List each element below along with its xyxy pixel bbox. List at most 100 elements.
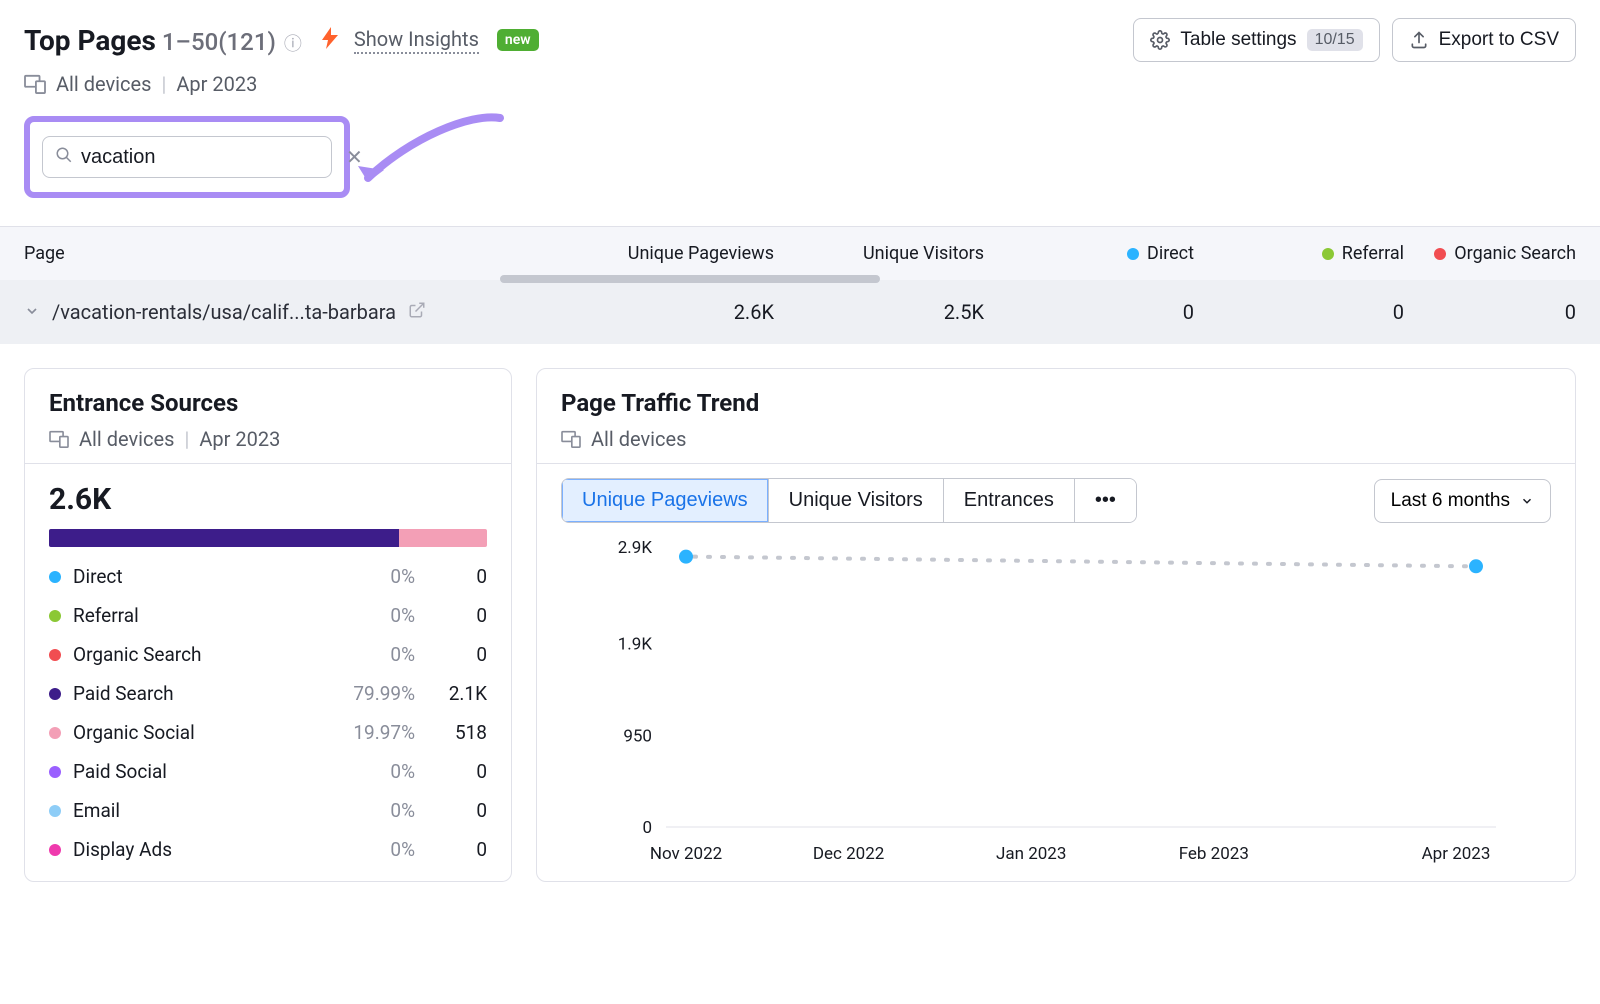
source-label: Paid Search [73, 682, 313, 705]
divider: | [161, 72, 166, 96]
search-box[interactable]: ✕ [42, 136, 332, 178]
source-value: 0 [427, 565, 487, 588]
table-settings-button[interactable]: Table settings 10/15 [1133, 18, 1379, 62]
table-row[interactable]: /vacation-rentals/usa/calif...ta-barbara… [0, 280, 1600, 344]
source-label: Organic Social [73, 721, 313, 744]
tab-entrances[interactable]: Entrances [944, 479, 1075, 522]
entrance-item: Display Ads 0% 0 [49, 838, 487, 861]
external-link-icon[interactable] [408, 300, 426, 324]
svg-text:Apr 2023: Apr 2023 [1422, 844, 1491, 864]
entrance-item: Organic Social 19.97% 518 [49, 721, 487, 744]
segment-organic-social [399, 529, 487, 547]
export-csv-button[interactable]: Export to CSV [1392, 18, 1576, 62]
source-percent: 19.97% [325, 721, 415, 744]
entrance-item: Email 0% 0 [49, 799, 487, 822]
page-traffic-trend-card: Page Traffic Trend All devices Unique Pa… [536, 368, 1576, 882]
table-settings-count: 10/15 [1307, 29, 1363, 51]
devices-icon [49, 430, 69, 448]
col-referral[interactable]: Referral [1194, 243, 1404, 264]
source-label: Display Ads [73, 838, 313, 861]
source-value: 518 [427, 721, 487, 744]
svg-text:Jan 2023: Jan 2023 [996, 844, 1066, 864]
source-dot-icon [49, 610, 61, 622]
cell-unique-pageviews: 2.6K [564, 300, 774, 324]
source-dot-icon [49, 688, 61, 700]
devices-icon [24, 74, 46, 94]
source-dot-icon [49, 649, 61, 661]
source-label: Direct [73, 565, 313, 588]
show-insights-link[interactable]: Show Insights [354, 27, 479, 54]
source-percent: 0% [325, 604, 415, 627]
entrance-item: Paid Social 0% 0 [49, 760, 487, 783]
source-percent: 0% [325, 565, 415, 588]
source-dot-icon [49, 805, 61, 817]
bolt-icon [322, 27, 338, 54]
entrance-date[interactable]: Apr 2023 [199, 427, 280, 451]
horizontal-scrollbar[interactable] [500, 275, 880, 283]
source-value: 0 [427, 604, 487, 627]
cell-organic: 0 [1404, 300, 1576, 324]
source-dot-icon [49, 727, 61, 739]
title-count: 1–50(121) [162, 28, 276, 56]
table-settings-label: Table settings [1180, 29, 1296, 51]
col-unique-visitors[interactable]: Unique Visitors [774, 243, 984, 264]
svg-text:0: 0 [642, 818, 652, 838]
entrance-devices[interactable]: All devices [79, 427, 174, 451]
svg-text:2.9K: 2.9K [618, 538, 653, 558]
segment-paid-search [49, 529, 399, 547]
cell-direct: 0 [984, 300, 1194, 324]
metric-tabs: Unique Pageviews Unique Visitors Entranc… [561, 478, 1137, 523]
source-dot-icon [49, 571, 61, 583]
info-icon[interactable]: ⓘ [284, 30, 302, 56]
col-direct[interactable]: Direct [984, 243, 1194, 264]
entrance-item: Referral 0% 0 [49, 604, 487, 627]
source-label: Paid Social [73, 760, 313, 783]
devices-icon [561, 430, 581, 448]
entrance-sources-card: Entrance Sources All devices | Apr 2023 … [24, 368, 512, 882]
col-organic-search[interactable]: Organic Search [1404, 243, 1576, 264]
source-value: 0 [427, 799, 487, 822]
source-percent: 0% [325, 799, 415, 822]
source-value: 2.1K [427, 682, 487, 705]
col-page[interactable]: Page [24, 243, 564, 264]
trend-devices[interactable]: All devices [591, 427, 686, 451]
svg-text:950: 950 [623, 726, 652, 746]
date-label[interactable]: Apr 2023 [176, 72, 257, 96]
entrance-total: 2.6K [49, 482, 487, 517]
trend-title: Page Traffic Trend [561, 389, 1551, 417]
source-value: 0 [427, 643, 487, 666]
new-badge: new [497, 29, 539, 51]
source-label: Email [73, 799, 313, 822]
source-dot-icon [49, 766, 61, 778]
svg-text:1.9K: 1.9K [618, 635, 653, 655]
entrance-title: Entrance Sources [49, 389, 487, 417]
source-percent: 0% [325, 760, 415, 783]
source-percent: 79.99% [325, 682, 415, 705]
source-value: 0 [427, 760, 487, 783]
svg-text:Dec 2022: Dec 2022 [813, 844, 885, 864]
tab-more[interactable]: ••• [1075, 479, 1136, 522]
search-input[interactable] [81, 146, 346, 169]
tab-unique-pageviews[interactable]: Unique Pageviews [562, 479, 769, 522]
search-highlight: ✕ [24, 116, 350, 198]
entrance-item: Direct 0% 0 [49, 565, 487, 588]
col-unique-pageviews[interactable]: Unique Pageviews [564, 243, 774, 264]
all-devices-label[interactable]: All devices [56, 72, 151, 96]
export-icon [1409, 30, 1429, 50]
page-title: Top Pages 1–50(121) ⓘ [24, 24, 302, 57]
date-range-label: Last 6 months [1391, 490, 1510, 512]
source-value: 0 [427, 838, 487, 861]
cell-unique-visitors: 2.5K [774, 300, 984, 324]
arrow-annotation [350, 108, 520, 218]
page-path: /vacation-rentals/usa/calif...ta-barbara [52, 300, 396, 324]
trend-chart: 09501.9K2.9KNov 2022Dec 2022Jan 2023Feb … [561, 537, 1551, 867]
source-percent: 0% [325, 643, 415, 666]
entrance-stackbar [49, 529, 487, 547]
source-label: Organic Search [73, 643, 313, 666]
source-label: Referral [73, 604, 313, 627]
search-icon [55, 146, 73, 168]
date-range-button[interactable]: Last 6 months [1374, 479, 1551, 523]
tab-unique-visitors[interactable]: Unique Visitors [769, 479, 944, 522]
chevron-down-icon[interactable] [24, 300, 40, 324]
gear-icon [1150, 30, 1170, 50]
